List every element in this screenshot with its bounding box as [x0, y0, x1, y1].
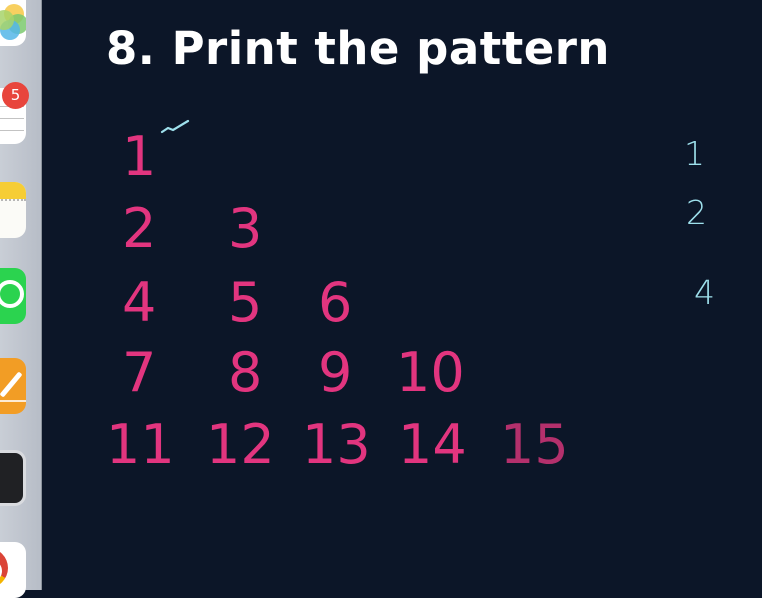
pattern-number: 7	[122, 341, 157, 404]
pattern-number: 5	[228, 271, 263, 334]
pattern-number: 8	[228, 341, 263, 404]
check-mark-icon	[160, 119, 190, 134]
notification-badge: 5	[2, 82, 29, 109]
pattern-number: 15	[500, 413, 569, 476]
slide-title: 8. Print the pattern	[106, 22, 610, 75]
pattern-number: 6	[318, 271, 353, 334]
notes-icon[interactable]	[0, 182, 26, 238]
pattern-number: 10	[396, 341, 465, 404]
pattern-number: 1	[122, 125, 157, 188]
pattern-number: 12	[206, 413, 275, 476]
photos-icon[interactable]	[0, 0, 26, 46]
handwritten-note: 2	[686, 193, 707, 232]
pattern-number: 9	[318, 341, 353, 404]
handwritten-note: 1	[684, 134, 705, 173]
pattern-number: 11	[106, 413, 175, 476]
pattern-number: 14	[398, 413, 467, 476]
pattern-number: 13	[302, 413, 371, 476]
whatsapp-icon[interactable]	[0, 268, 26, 324]
terminal-icon[interactable]	[0, 450, 26, 506]
handwritten-note: 4	[694, 273, 715, 312]
pages-icon[interactable]	[0, 358, 26, 414]
pattern-number: 2	[122, 197, 157, 260]
pattern-number: 3	[228, 197, 263, 260]
pattern-number: 4	[122, 271, 157, 334]
